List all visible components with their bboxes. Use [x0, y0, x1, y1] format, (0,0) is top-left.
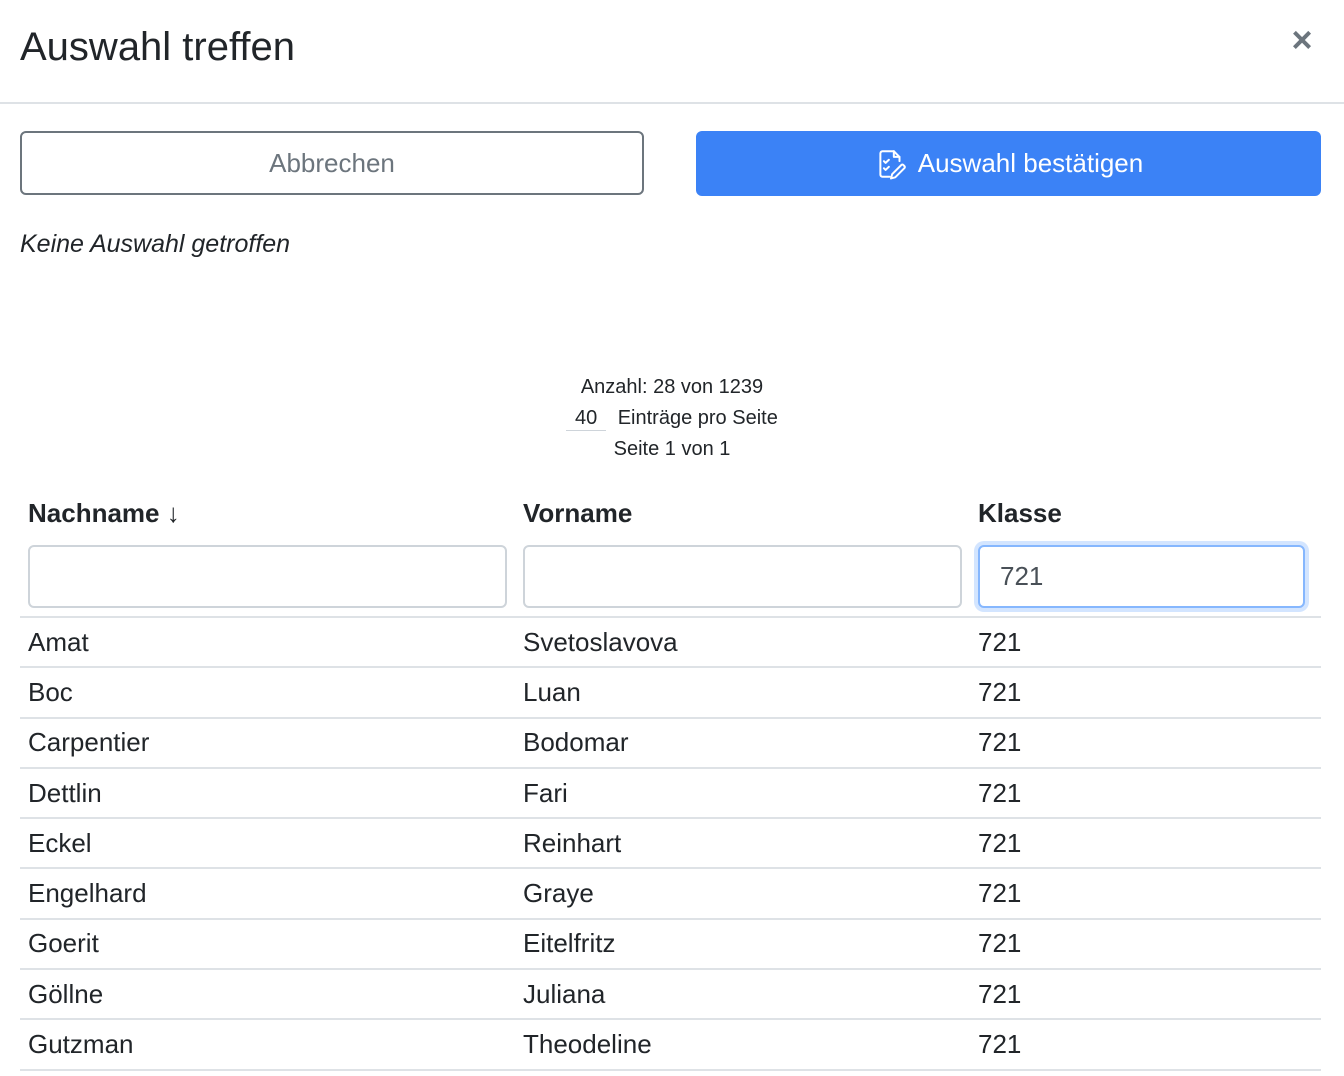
cell-nachname: Eckel [28, 827, 92, 858]
cell-nachname: Gutzman [28, 1029, 134, 1060]
cell-klasse: 721 [978, 777, 1022, 808]
cancel-button[interactable]: Abbrechen [20, 131, 644, 195]
filter-input-nachname[interactable] [28, 544, 507, 608]
result-count: Anzahl: 28 von 1239 [580, 376, 764, 398]
filter-row [20, 536, 1321, 618]
close-icon: × [1291, 19, 1313, 60]
cell-vorname: Graye [523, 878, 594, 909]
cell-nachname: Goerit [28, 928, 99, 959]
per-page-input[interactable] [566, 407, 607, 431]
dialog-title: Auswahl treffen [20, 25, 295, 69]
cell-klasse: 721 [978, 676, 1022, 707]
column-header-klasse[interactable]: Klasse [970, 498, 1321, 529]
cell-vorname: Svetoslavova [523, 626, 678, 657]
table-row[interactable]: Engelhard Graye 721 [20, 869, 1321, 920]
per-page-label: Einträge pro Seite [617, 407, 778, 429]
cell-vorname: Reinhart [523, 827, 622, 858]
cell-klasse: 721 [978, 626, 1022, 657]
close-button[interactable]: × [1282, 20, 1322, 60]
cell-klasse: 721 [978, 727, 1022, 758]
cell-nachname: Amat [28, 626, 89, 657]
cell-klasse: 721 [978, 928, 1022, 959]
table-body: Amat Svetoslavova 721 Boc Luan 721 Carpe… [20, 618, 1321, 1071]
cell-vorname: Luan [523, 676, 581, 707]
cell-vorname: Theodeline [523, 1029, 652, 1060]
confirm-selection-button[interactable]: Auswahl bestätigen [696, 131, 1321, 196]
cell-klasse: 721 [978, 1029, 1022, 1060]
table-row[interactable]: Carpentier Bodomar 721 [20, 719, 1321, 769]
cell-nachname: Carpentier [28, 727, 150, 758]
table-row[interactable]: Dettlin Fari 721 [20, 769, 1321, 820]
cell-vorname: Fari [523, 777, 568, 808]
table-header: Nachname ↓ Vorname Klasse [20, 490, 1321, 536]
confirm-selection-label: Auswahl bestätigen [917, 148, 1144, 178]
cell-klasse: 721 [978, 978, 1022, 1009]
cell-nachname: Engelhard [28, 878, 147, 909]
cell-nachname: Dettlin [28, 777, 102, 808]
table-row[interactable]: Goerit Eitelfritz 721 [20, 920, 1321, 971]
column-header-vorname[interactable]: Vorname [515, 498, 970, 529]
dialog-header: Auswahl treffen × [0, 0, 1344, 104]
filter-input-klasse[interactable] [978, 544, 1305, 608]
table-row[interactable]: Eckel Reinhart 721 [20, 819, 1321, 870]
page-indicator: Seite 1 von 1 [613, 438, 731, 460]
selection-status: Keine Auswahl getroffen [20, 230, 291, 258]
table-row[interactable]: Boc Luan 721 [20, 668, 1321, 719]
cell-klasse: 721 [978, 827, 1022, 858]
checklist-edit-icon [879, 149, 906, 179]
cell-vorname: Bodomar [523, 727, 629, 758]
filter-input-vorname[interactable] [523, 544, 962, 608]
column-header-nachname[interactable]: Nachname ↓ [20, 498, 515, 529]
cell-nachname: Göllne [28, 978, 104, 1009]
table-row[interactable]: Amat Svetoslavova 721 [20, 618, 1321, 669]
cell-klasse: 721 [978, 878, 1022, 909]
cell-nachname: Boc [28, 676, 73, 707]
pagination-info: Anzahl: 28 von 1239 Einträge pro Seite S… [0, 372, 1344, 465]
cell-vorname: Eitelfritz [523, 928, 616, 959]
table-row[interactable]: Göllne Juliana 721 [20, 970, 1321, 1021]
student-table: Nachname ↓ Vorname Klasse Amat Svetoslav… [20, 490, 1321, 1071]
table-row[interactable]: Gutzman Theodeline 721 [20, 1020, 1321, 1071]
cell-vorname: Juliana [523, 978, 606, 1009]
per-page-row: Einträge pro Seite [0, 403, 1344, 434]
